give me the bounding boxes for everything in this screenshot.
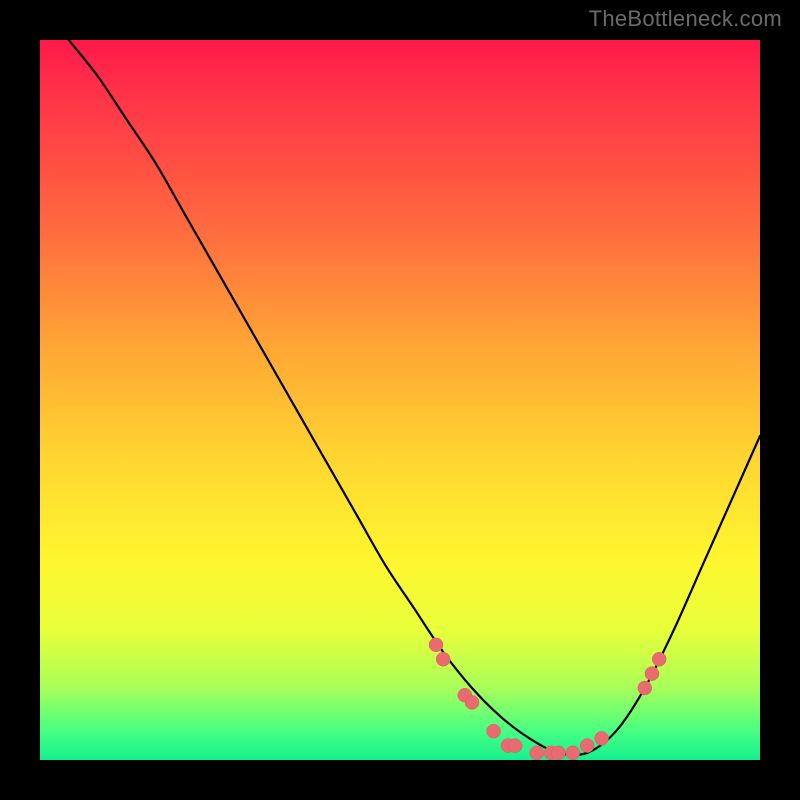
chart-stage: TheBottleneck.com (0, 0, 800, 800)
data-point (645, 667, 659, 681)
chart-overlay (40, 40, 760, 760)
data-point (652, 652, 666, 666)
data-point (429, 638, 443, 652)
data-point (530, 746, 544, 760)
data-point (566, 746, 580, 760)
data-point (465, 695, 479, 709)
data-point (638, 681, 652, 695)
watermark-text: TheBottleneck.com (589, 6, 782, 32)
data-point (436, 652, 450, 666)
data-point (508, 739, 522, 753)
data-point (551, 746, 565, 760)
scatter-points (429, 638, 666, 760)
data-point (487, 724, 501, 738)
data-point (580, 739, 594, 753)
bottleneck-curve (69, 40, 760, 755)
data-point (595, 731, 609, 745)
plot-area (40, 40, 760, 760)
